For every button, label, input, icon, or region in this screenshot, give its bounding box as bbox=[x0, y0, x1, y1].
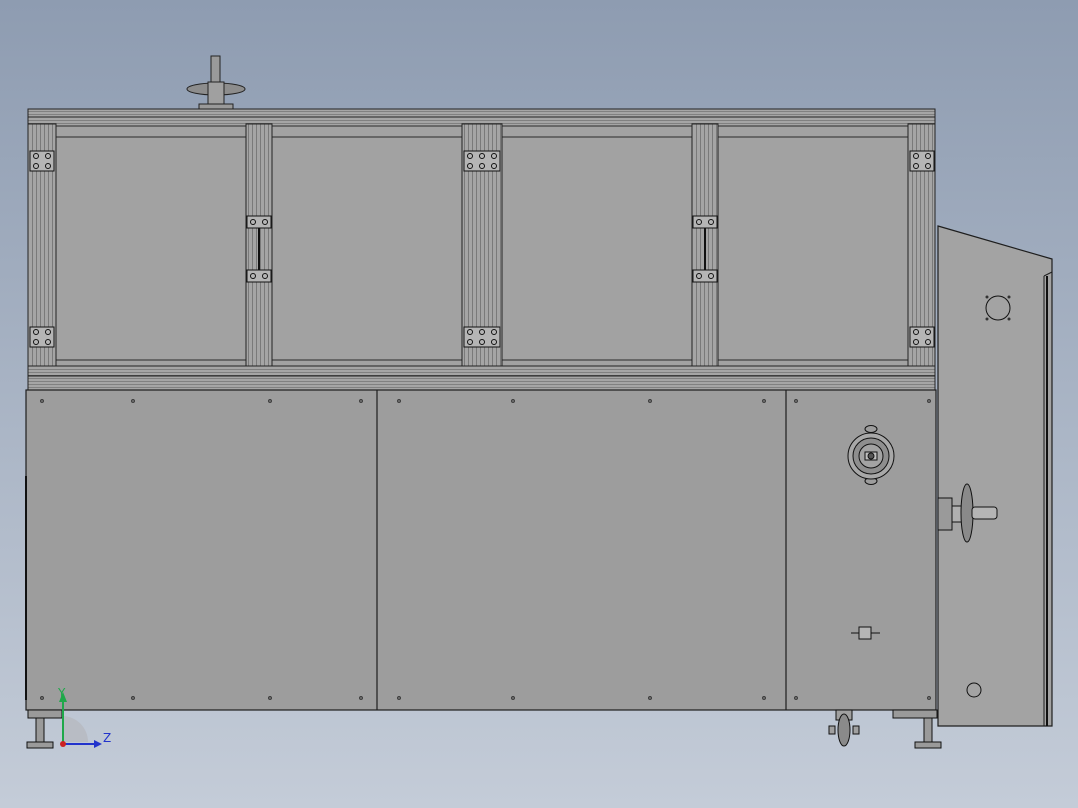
caster-wheel bbox=[828, 709, 860, 747]
lower-cabinet bbox=[25, 389, 937, 711]
mid-rail bbox=[27, 365, 936, 391]
leveling-feet bbox=[26, 709, 942, 749]
machine-drawing bbox=[25, 55, 1053, 749]
triad-z-label: Z bbox=[103, 731, 112, 745]
cad-viewport[interactable]: Y Z bbox=[0, 0, 1078, 808]
top-rail bbox=[27, 108, 936, 127]
triad-y-label: Y bbox=[58, 686, 66, 700]
top-handwheel bbox=[186, 55, 246, 110]
side-cabinet bbox=[937, 225, 1053, 727]
